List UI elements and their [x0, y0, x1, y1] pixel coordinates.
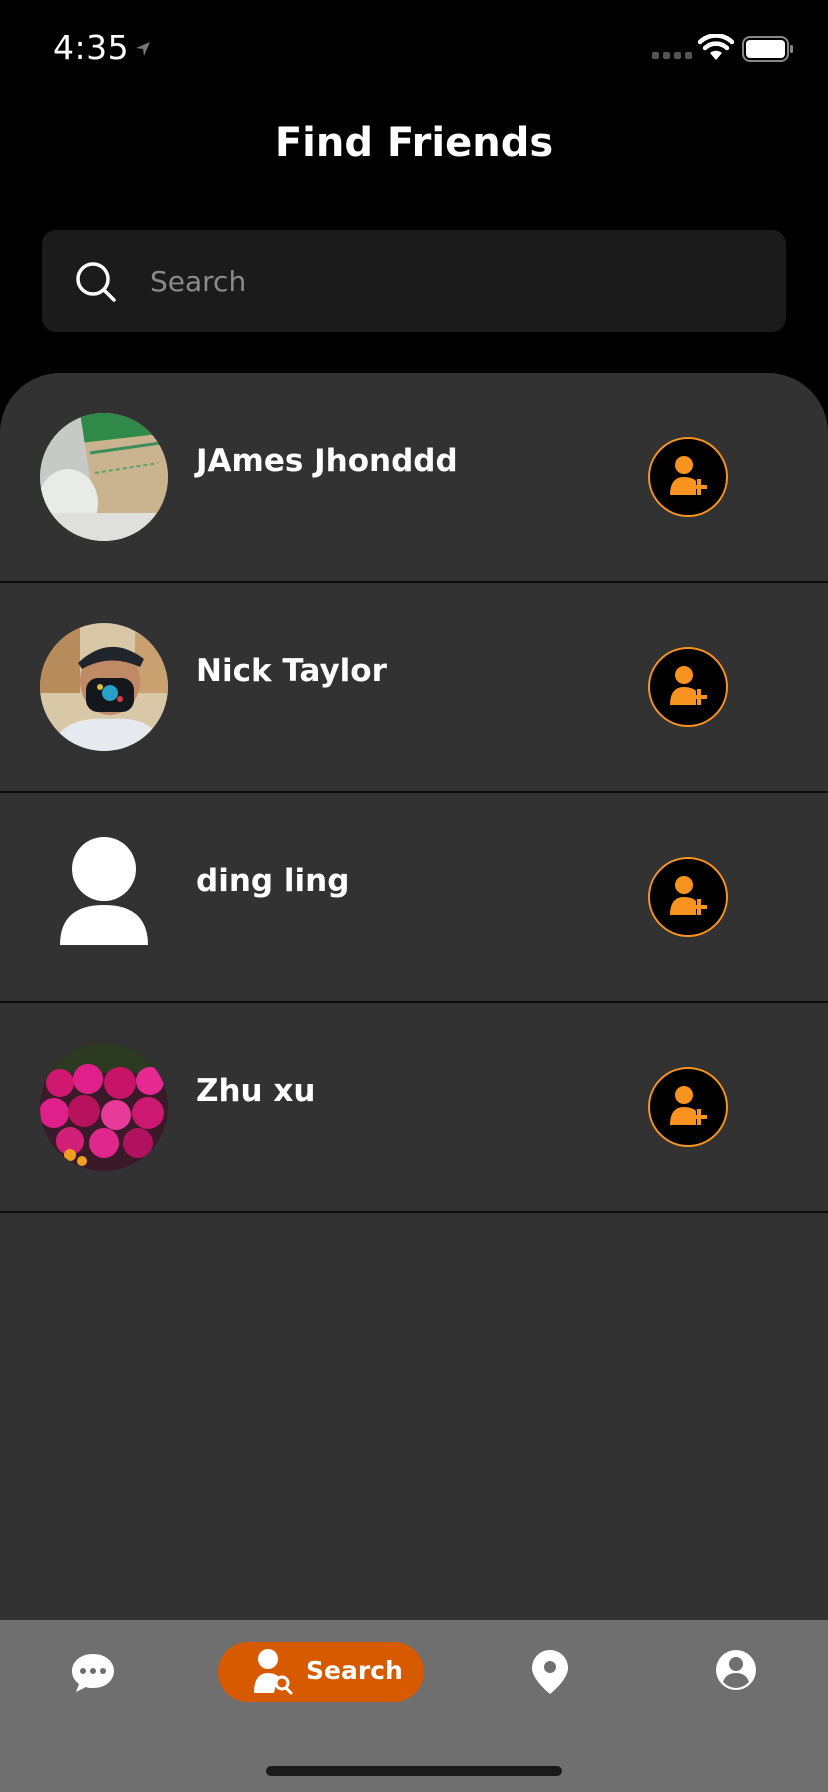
add-user-icon [670, 456, 707, 495]
friend-row[interactable]: Nick Taylor [0, 583, 828, 793]
search-user-icon [254, 1649, 293, 1695]
add-user-icon [670, 1086, 707, 1125]
friend-row[interactable]: ding ling [0, 793, 828, 1003]
avatar [40, 413, 168, 541]
add-user-icon [670, 876, 707, 915]
friend-name: Zhu xu [196, 1073, 316, 1109]
default-avatar-icon [40, 833, 168, 961]
tab-profile[interactable] [714, 1648, 758, 1692]
search-input[interactable] [150, 258, 730, 304]
friend-name: ding ling [196, 863, 350, 899]
tab-search-label: Search [306, 1656, 403, 1685]
status-time: 4:35 [53, 28, 130, 67]
tab-search[interactable]: Search [218, 1642, 424, 1702]
add-user-icon [670, 666, 707, 705]
find-friends-screen: 4:35 Find Friends Search JAmes Jhonddd N… [0, 0, 828, 1792]
search-bar[interactable] [42, 230, 786, 332]
avatar [40, 623, 168, 751]
friend-name: JAmes Jhonddd [196, 443, 458, 479]
add-friend-button[interactable] [648, 1067, 728, 1147]
add-friend-button[interactable] [648, 647, 728, 727]
search-icon [76, 262, 116, 302]
location-pin-icon [532, 1650, 568, 1694]
location-arrow-icon [136, 42, 150, 56]
chat-icon [72, 1654, 114, 1692]
tab-map[interactable] [530, 1648, 570, 1696]
wifi-icon [698, 34, 734, 60]
add-friend-button[interactable] [648, 857, 728, 937]
page-title: Find Friends [274, 120, 554, 166]
cellular-signal-icon [652, 52, 692, 59]
friends-list: JAmes Jhonddd Nick Taylor ding ling Zhu … [0, 373, 828, 1620]
friend-name: Nick Taylor [196, 653, 387, 689]
add-friend-button[interactable] [648, 437, 728, 517]
home-indicator[interactable] [266, 1766, 562, 1776]
status-bar: 4:35 [0, 0, 828, 100]
battery-icon [742, 36, 793, 62]
tab-chat[interactable] [70, 1650, 116, 1696]
friend-row[interactable]: Zhu xu [0, 1003, 828, 1213]
friend-row[interactable]: JAmes Jhonddd [0, 373, 828, 583]
profile-icon [716, 1650, 756, 1690]
avatar [40, 1043, 168, 1171]
